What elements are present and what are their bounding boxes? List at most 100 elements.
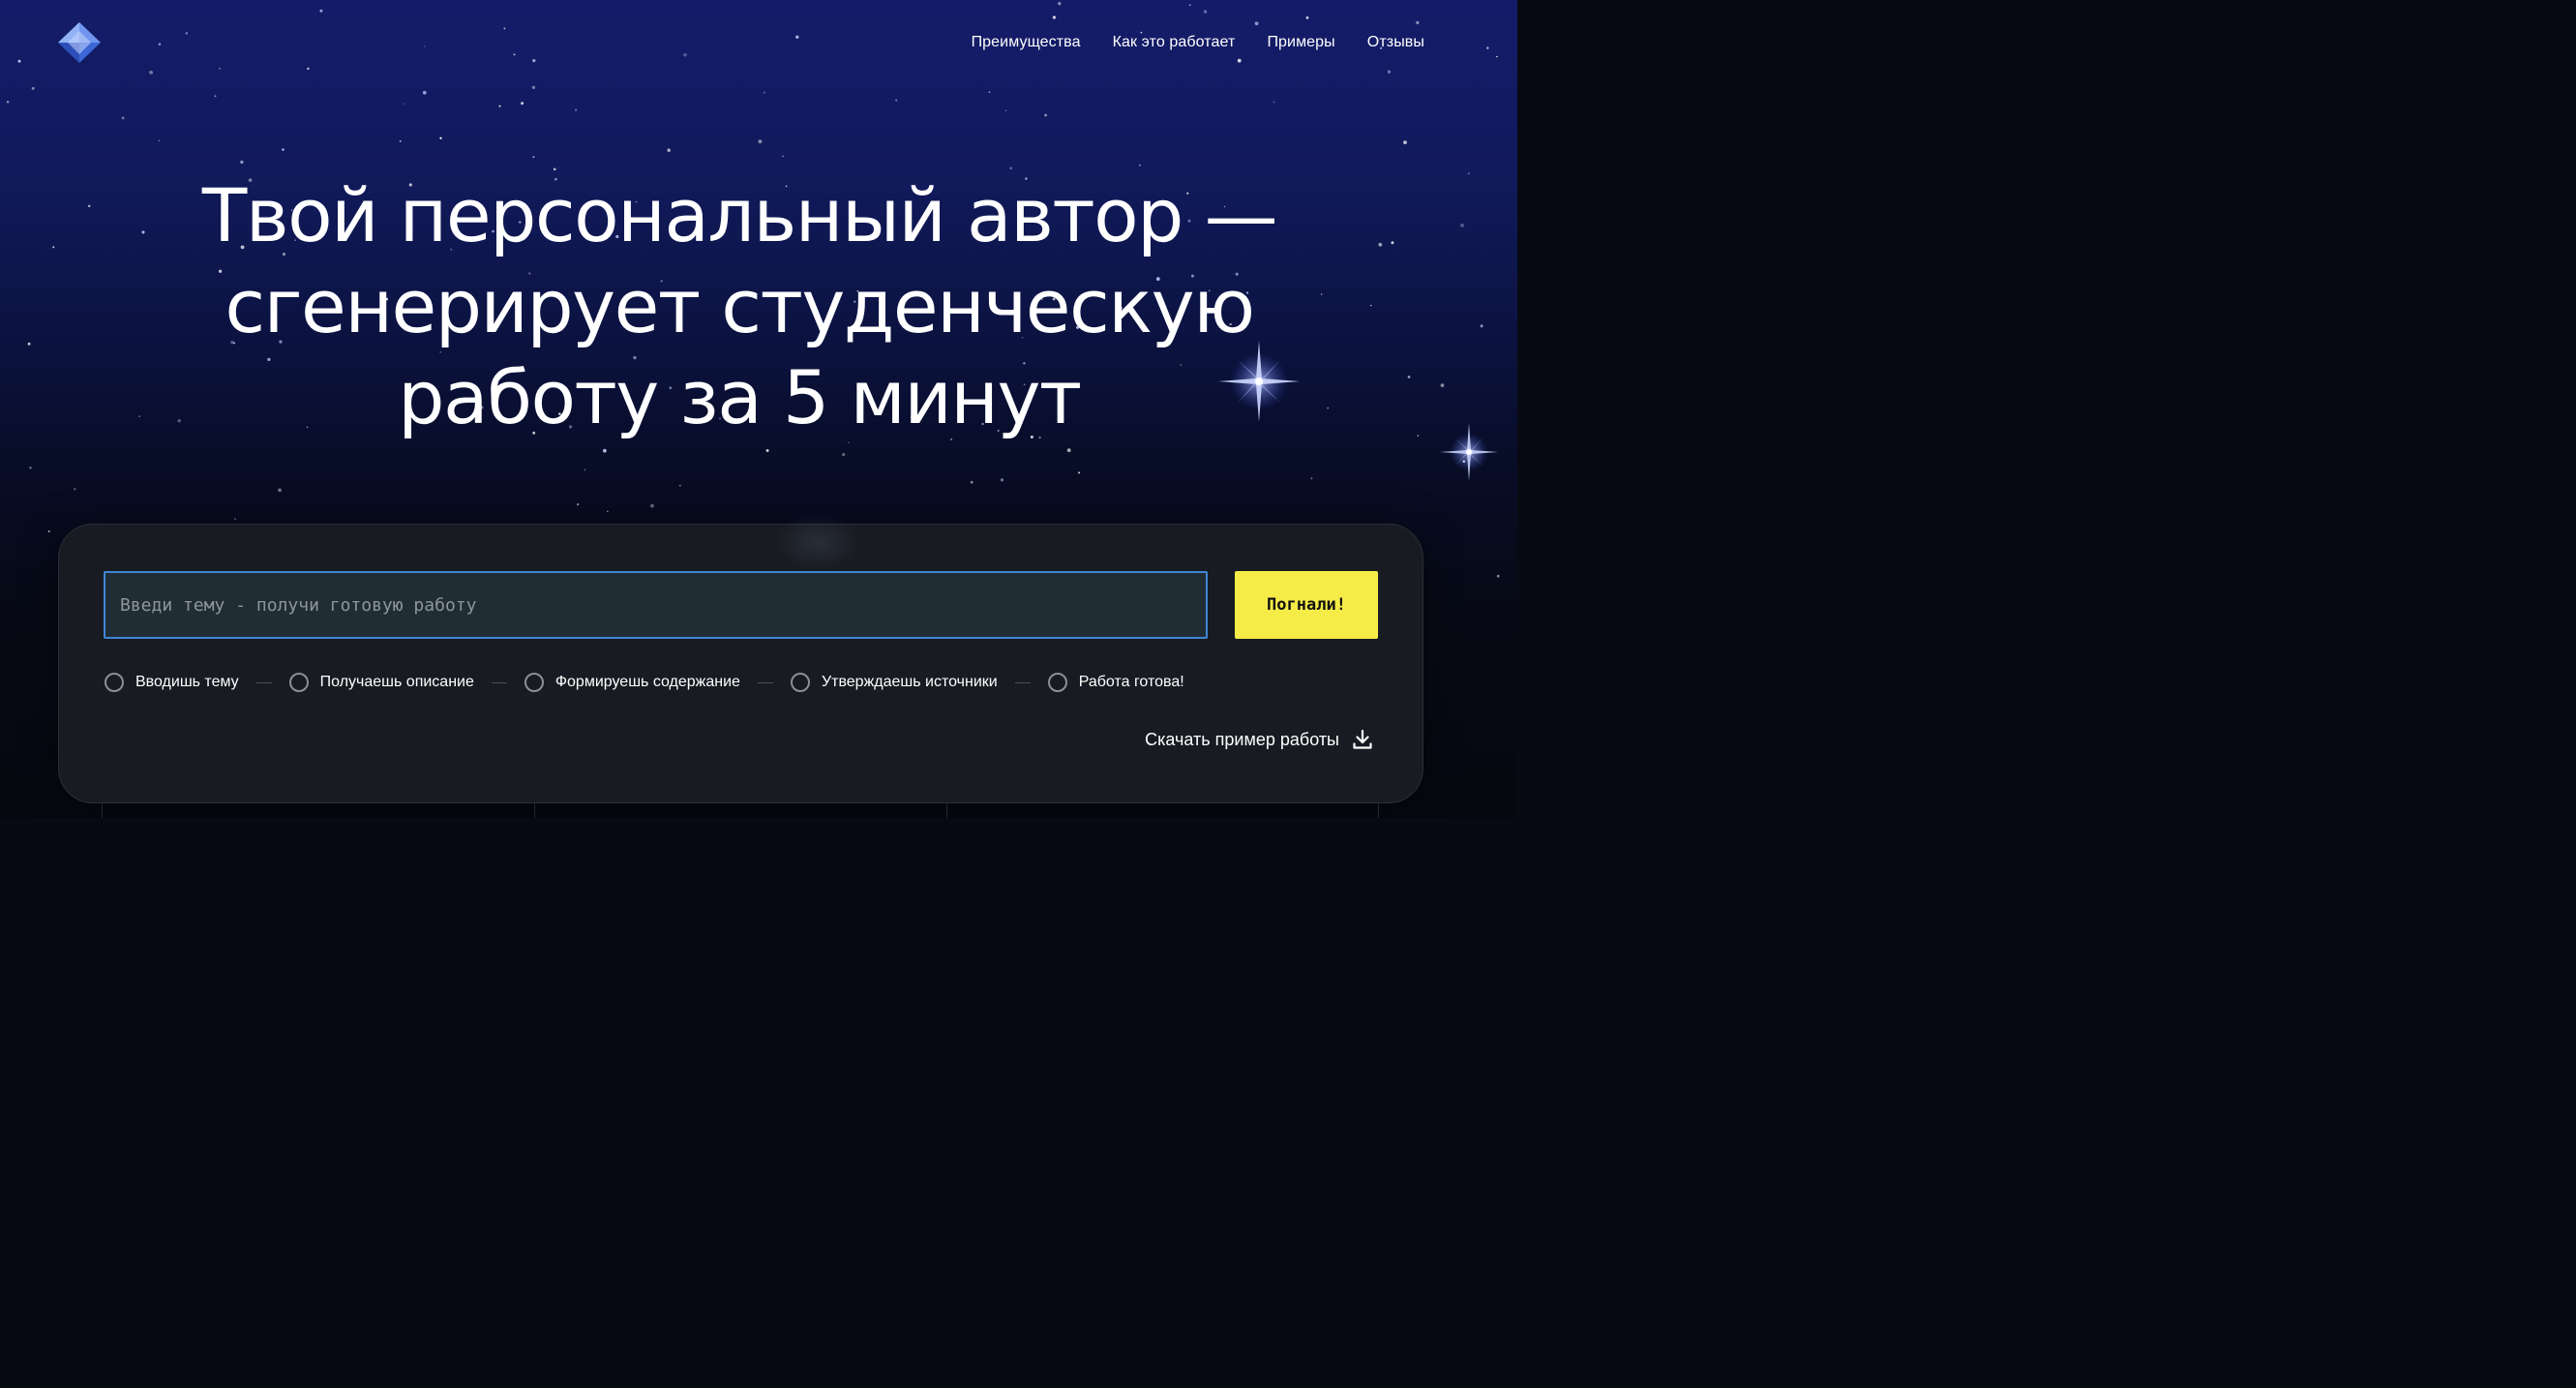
- star-dot: [607, 510, 609, 513]
- step-enter-topic: Вводишь тему: [105, 673, 239, 692]
- step-label: Утверждаешь источники: [821, 674, 998, 690]
- star-dot: [1387, 70, 1392, 74]
- hero-line-1: Твой персональный автор —: [201, 172, 1278, 258]
- nav-link-how-it-works[interactable]: Как это работает: [1113, 34, 1236, 51]
- star-dot: [1004, 109, 1007, 112]
- star-dot: [1273, 101, 1275, 104]
- star-dot: [678, 484, 681, 487]
- star-dot: [1237, 58, 1242, 63]
- step-work-ready: Работа готова!: [1047, 673, 1184, 692]
- star-dot: [1188, 4, 1191, 7]
- star-dot: [17, 59, 21, 63]
- star-dot: [403, 103, 404, 105]
- landing-page: Преимущества Как это работает Примеры От…: [0, 0, 1517, 818]
- star-dot: [1480, 324, 1483, 328]
- star-dot: [1000, 478, 1004, 482]
- star-dot: [895, 99, 898, 102]
- download-icon: [1353, 729, 1372, 749]
- download-example-link[interactable]: Скачать пример работы: [1145, 728, 1374, 751]
- section-column-dividers: [102, 803, 1379, 818]
- star-dot: [240, 160, 244, 165]
- step-circle-icon: [790, 673, 810, 692]
- step-separator: [491, 681, 507, 683]
- star-dot: [577, 502, 580, 506]
- star-dot: [307, 67, 310, 71]
- star-dot: [1009, 166, 1012, 170]
- star-dot: [970, 480, 973, 484]
- star-dot: [531, 85, 536, 90]
- star-dot: [498, 105, 501, 107]
- star-dot: [47, 529, 50, 533]
- star-dot: [214, 95, 217, 98]
- star-dot: [234, 518, 236, 520]
- step-label: Работа готова!: [1078, 674, 1184, 690]
- star-dot: [765, 449, 769, 452]
- star-dot: [1058, 2, 1062, 6]
- star-dot: [1254, 21, 1259, 26]
- star-dot: [31, 86, 35, 90]
- star-dot: [282, 148, 285, 151]
- star-dot: [763, 91, 765, 94]
- star-dot: [683, 53, 687, 57]
- step-approve-sources: Утверждаешь источники: [790, 673, 998, 692]
- star-dot: [584, 468, 586, 471]
- step-circle-icon: [524, 673, 544, 692]
- card-glow-decoration: [774, 513, 861, 571]
- star-dot: [1310, 477, 1313, 480]
- star-dot: [532, 58, 536, 63]
- hero-line-3: работу за 5 минут: [398, 354, 1082, 440]
- star-dot: [158, 139, 161, 142]
- nav-link-examples[interactable]: Примеры: [1267, 34, 1334, 51]
- star-dot: [988, 91, 991, 94]
- step-circle-icon: [288, 673, 309, 692]
- star-dot: [1052, 15, 1057, 19]
- star-dot: [1486, 46, 1489, 49]
- star-dot: [1416, 20, 1420, 25]
- star-dot: [532, 156, 535, 159]
- submit-button[interactable]: Погнали!: [1235, 571, 1378, 639]
- step-separator: [757, 681, 773, 683]
- step-circle-icon: [1047, 673, 1067, 692]
- topic-input[interactable]: [104, 571, 1208, 639]
- star-dot: [782, 155, 784, 158]
- star-dot: [1496, 55, 1498, 58]
- star-dot: [574, 108, 578, 111]
- step-build-contents: Формируешь содержание: [524, 673, 740, 692]
- star-dot: [1496, 574, 1500, 578]
- star-dot: [219, 68, 221, 70]
- step-label: Формируешь содержание: [554, 674, 740, 690]
- download-example-label: Скачать пример работы: [1145, 729, 1339, 749]
- diamond-logo-icon[interactable]: [56, 21, 103, 64]
- star-dot: [1066, 448, 1071, 453]
- step-separator: [1014, 681, 1031, 683]
- star-dot: [185, 32, 188, 35]
- star-dot: [439, 136, 442, 139]
- step-label: Вводишь тему: [135, 674, 239, 690]
- star-dot: [513, 53, 516, 56]
- star-dot: [399, 139, 402, 142]
- star-dot: [521, 102, 524, 106]
- star-dot: [1078, 471, 1081, 474]
- star-dot: [650, 503, 654, 508]
- nav-link-advantages[interactable]: Преимущества: [972, 34, 1081, 51]
- progress-steps: Вводишь тему Получаешь описание Формируе…: [105, 671, 1184, 694]
- nav-link-reviews[interactable]: Отзывы: [1367, 34, 1424, 51]
- star-dot: [842, 452, 846, 457]
- star-dot: [319, 9, 323, 13]
- star-dot: [503, 27, 506, 30]
- star-dot: [603, 448, 607, 453]
- star-dot: [1044, 113, 1048, 117]
- step-separator: [255, 681, 272, 683]
- generator-card: [58, 524, 1423, 803]
- step-circle-icon: [105, 673, 124, 692]
- hero-line-2: сгенерирует студенческую: [225, 263, 1255, 349]
- star-dot: [758, 139, 763, 144]
- star-dot: [795, 35, 799, 39]
- star-dot: [158, 43, 162, 46]
- star-dot: [6, 101, 10, 104]
- star-dot: [29, 467, 32, 469]
- star-dot: [149, 71, 154, 75]
- step-label: Получаешь описание: [319, 674, 474, 690]
- star-dot: [667, 148, 671, 152]
- star-dot: [1305, 16, 1309, 19]
